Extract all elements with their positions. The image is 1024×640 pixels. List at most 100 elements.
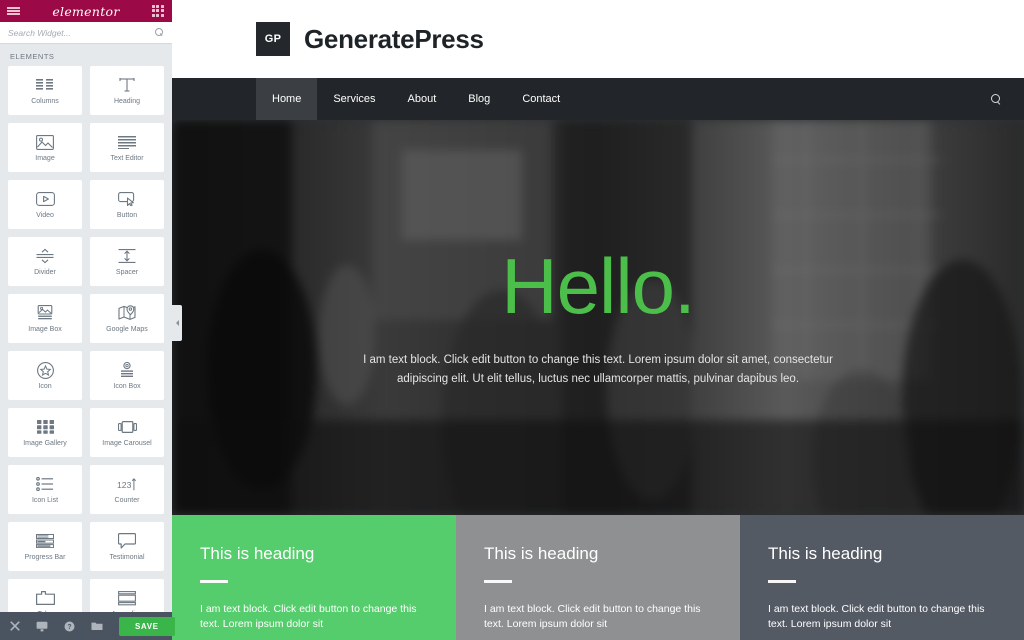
widget-label: Image Carousel (102, 440, 152, 447)
accordion-icon (117, 589, 137, 607)
feature-column-1[interactable]: This is heading I am text block. Click ed… (172, 515, 456, 640)
video-icon (35, 190, 55, 208)
image-box-icon (35, 304, 55, 322)
nav-item-contact[interactable]: Contact (506, 78, 576, 120)
folder-icon[interactable] (91, 620, 103, 632)
column-text: I am text block. Click edit button to ch… (768, 602, 985, 630)
monitor-icon[interactable] (36, 620, 48, 632)
nav-item-services[interactable]: Services (317, 78, 391, 120)
hamburger-icon[interactable] (7, 5, 20, 17)
widget-label: Image Box (28, 326, 62, 333)
button-icon (117, 190, 137, 208)
panel-header: elementor (0, 0, 172, 22)
column-title: This is heading (768, 544, 883, 563)
widget-label: Google Maps (106, 326, 148, 333)
widget-label: Divider (34, 269, 56, 276)
counter-icon: 123 (117, 475, 137, 493)
widget-card-icon-list[interactable]: Icon List (8, 465, 82, 514)
widget-card-testimonial[interactable]: Testimonial (90, 522, 164, 571)
widget-label: Icon (38, 383, 52, 390)
widget-card-text-editor[interactable]: Text Editor (90, 123, 164, 172)
nav-item-blog[interactable]: Blog (452, 78, 506, 120)
widget-search-bar[interactable] (0, 22, 172, 44)
close-icon[interactable] (10, 620, 20, 632)
hero-section: Hello. I am text block. Click edit butto… (172, 120, 1024, 515)
widget-label: Button (116, 212, 138, 219)
widget-label: Heading (113, 98, 141, 105)
widget-card-columns[interactable]: Columns (8, 66, 82, 115)
logo-badge: GP (256, 22, 290, 56)
svg-text:123: 123 (117, 480, 132, 490)
hero-text: I am text block. Click edit button to ch… (363, 353, 833, 385)
widget-label: Spacer (115, 269, 139, 276)
apps-grid-icon[interactable] (151, 5, 165, 17)
feature-column-2[interactable]: This is heading I am text block. Click ed… (456, 515, 740, 640)
divider-icon (35, 247, 55, 265)
widget-label: Icon Box (113, 383, 141, 390)
widget-label: Video (36, 212, 54, 219)
search-input[interactable] (8, 27, 155, 38)
widget-label: Text Editor (110, 155, 144, 162)
panel-footer: ? SAVE (0, 612, 175, 640)
chevron-left-icon (175, 320, 179, 326)
search-icon (155, 28, 164, 37)
google-maps-icon (117, 304, 137, 322)
nav-item-about[interactable]: About (392, 78, 453, 120)
widget-card-counter[interactable]: 123 Counter (90, 465, 164, 514)
widget-card-image-box[interactable]: Image Box (8, 294, 82, 343)
column-divider (768, 580, 796, 583)
widget-card-icon[interactable]: Icon (8, 351, 82, 400)
widget-label: Image (35, 155, 55, 162)
three-column-section: This is heading I am text block. Click ed… (172, 515, 1024, 640)
progress-bar-icon (35, 532, 55, 550)
widget-card-button[interactable]: Button (90, 180, 164, 229)
widget-card-divider[interactable]: Divider (8, 237, 82, 286)
widget-card-google-maps[interactable]: Google Maps (90, 294, 164, 343)
column-title: This is heading (200, 544, 315, 563)
column-text: I am text block. Click edit button to ch… (200, 602, 417, 630)
icon-star-icon (35, 361, 55, 379)
hero-title: Hello. (501, 241, 695, 330)
column-text: I am text block. Click edit button to ch… (484, 602, 701, 630)
widget-card-video[interactable]: Video (8, 180, 82, 229)
site-navigation: Home Services About Blog Contact (172, 78, 1024, 120)
widget-card-tabs[interactable]: Tabs (8, 579, 82, 612)
help-icon[interactable]: ? (64, 620, 75, 632)
widget-label: Progress Bar (24, 554, 66, 561)
widget-card-image-carousel[interactable]: Image Carousel (90, 408, 164, 457)
icon-list-icon (35, 475, 55, 493)
site-logo[interactable]: GP GeneratePress (256, 22, 484, 56)
site-preview: GP GeneratePress Home Services About Blog Co… (172, 0, 1024, 640)
site-header: GP GeneratePress (172, 0, 1024, 78)
widget-card-heading[interactable]: Heading (90, 66, 164, 115)
spacer-icon (117, 247, 137, 265)
elementor-logo: elementor (52, 3, 120, 19)
svg-text:?: ? (67, 624, 71, 631)
text-editor-icon (117, 133, 137, 151)
widget-label: Testimonial (109, 554, 145, 561)
widget-card-image-gallery[interactable]: Image Gallery (8, 408, 82, 457)
widget-card-icon-box[interactable]: Icon Box (90, 351, 164, 400)
widget-label: Columns (31, 98, 59, 105)
column-divider (484, 580, 512, 583)
heading-icon (117, 76, 137, 94)
widget-grid: Columns Heading Image Text Editor Video Butto… (0, 66, 172, 612)
column-divider (200, 580, 228, 583)
nav-item-home[interactable]: Home (256, 78, 318, 120)
save-button[interactable]: SAVE (119, 616, 175, 636)
elements-section-label: ELEMENTS (10, 52, 55, 61)
image-carousel-icon (117, 418, 137, 436)
hero-content: Hello. I am text block. Click edit butto… (172, 247, 1024, 389)
feature-column-3[interactable]: This is heading I am text block. Click ed… (740, 515, 1024, 640)
tabs-icon (35, 589, 55, 607)
widget-card-image[interactable]: Image (8, 123, 82, 172)
panel-collapse-handle[interactable] (172, 305, 182, 341)
nav-search-button[interactable] (968, 78, 1024, 120)
column-title: This is heading (484, 544, 599, 563)
widget-card-progress-bar[interactable]: Progress Bar (8, 522, 82, 571)
widget-card-spacer[interactable]: Spacer (90, 237, 164, 286)
widget-card-accordion[interactable]: Accordion (90, 579, 164, 612)
widget-label: Icon List (31, 497, 59, 504)
logo-text: GeneratePress (304, 23, 484, 54)
widget-label: Counter (114, 497, 140, 504)
